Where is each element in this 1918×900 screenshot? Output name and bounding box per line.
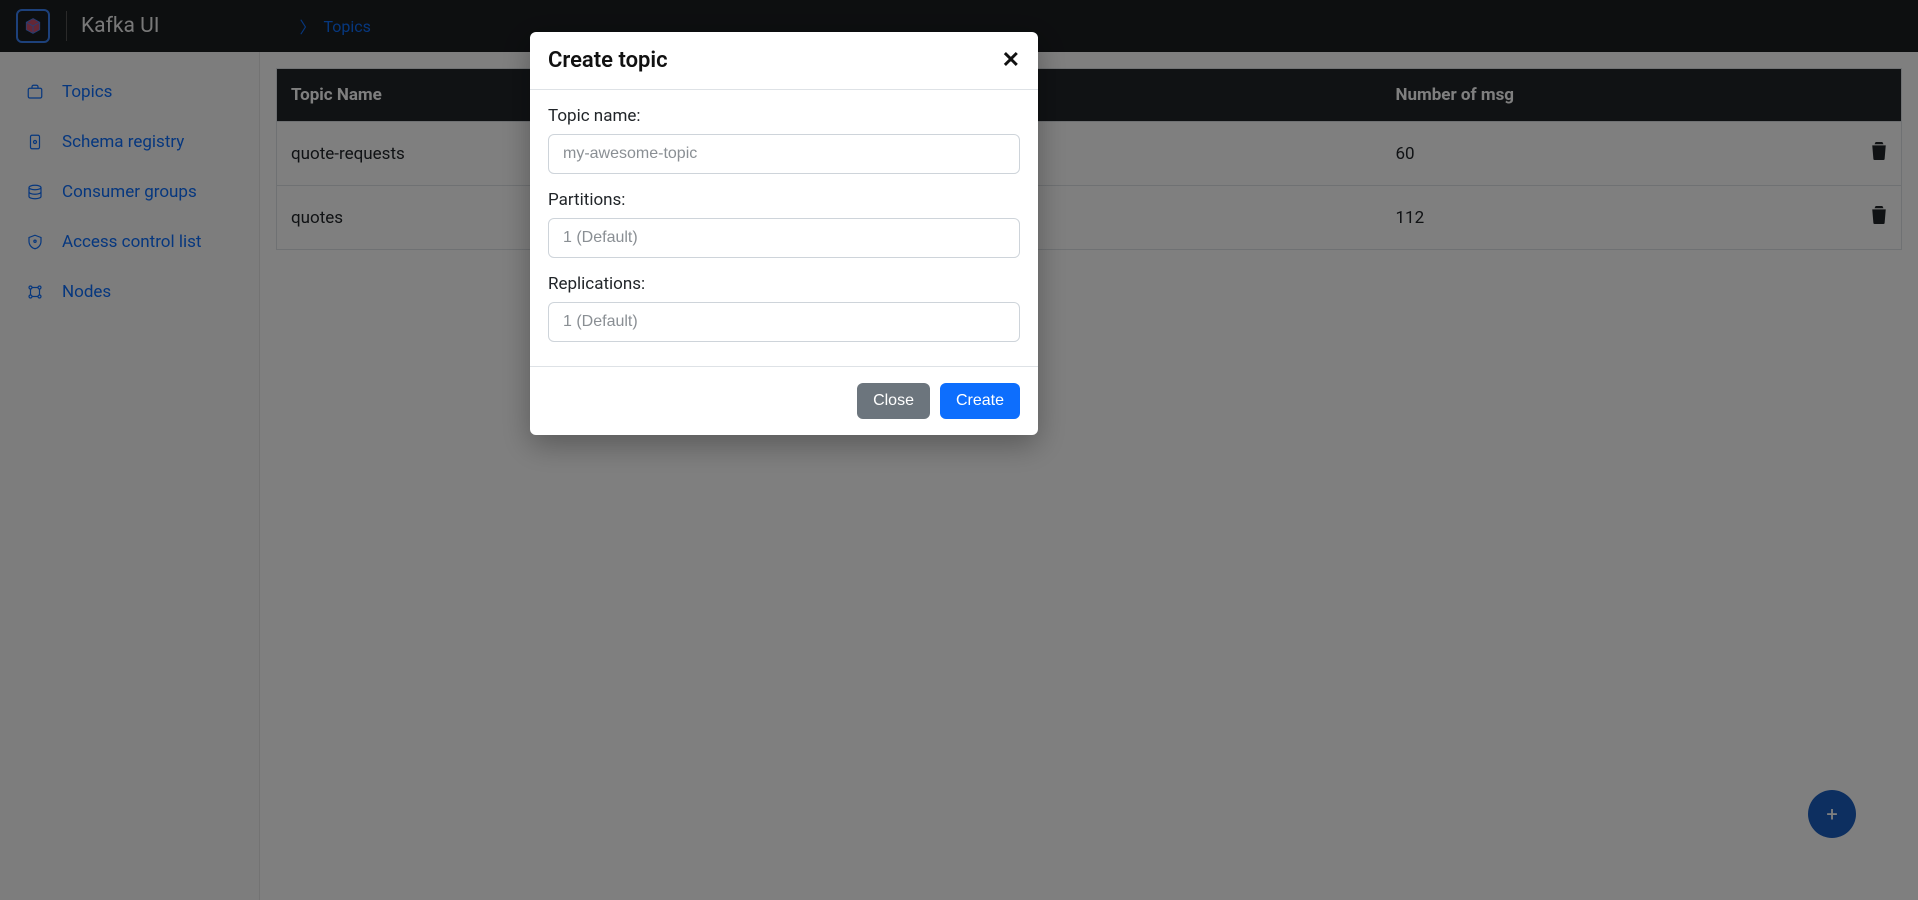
close-button[interactable]: Close <box>857 383 930 419</box>
modal-body: Topic name: Partitions: Replications: <box>530 90 1038 366</box>
replications-input[interactable] <box>548 302 1020 342</box>
partitions-input[interactable] <box>548 218 1020 258</box>
modal-close-button[interactable]: ✕ <box>1002 50 1020 72</box>
partitions-label: Partitions: <box>548 190 1020 210</box>
create-topic-modal: Create topic ✕ Topic name: Partitions: R… <box>530 32 1038 435</box>
topic-name-input[interactable] <box>548 134 1020 174</box>
modal-title: Create topic <box>548 48 668 73</box>
topic-name-label: Topic name: <box>548 106 1020 126</box>
modal-header: Create topic ✕ <box>530 32 1038 90</box>
replications-label: Replications: <box>548 274 1020 294</box>
create-button[interactable]: Create <box>940 383 1020 419</box>
modal-footer: Close Create <box>530 366 1038 435</box>
